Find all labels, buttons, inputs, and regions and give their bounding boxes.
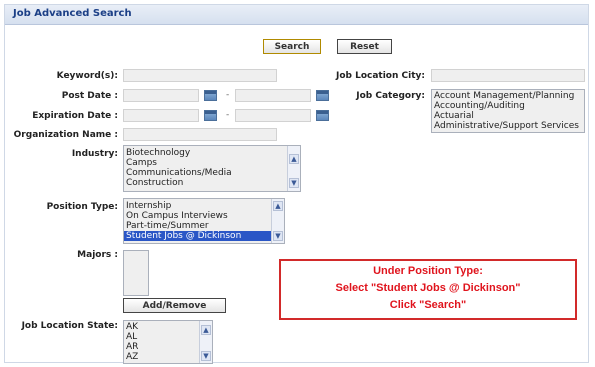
organization-name-input[interactable]	[123, 128, 277, 141]
expiration-date-to-input[interactable]	[235, 109, 311, 122]
calendar-icon[interactable]	[204, 90, 217, 101]
panel-titlebar: Job Advanced Search	[5, 5, 588, 25]
callout-line-1: Under Position Type:	[373, 265, 483, 277]
add-remove-button[interactable]: Add/Remove	[123, 298, 226, 313]
job-location-city-input[interactable]	[431, 69, 585, 82]
list-item[interactable]: Administrative/Support Services	[432, 121, 584, 131]
scrollbar[interactable]: ▲ ▼	[271, 199, 284, 243]
list-item[interactable]: Actuarial	[432, 111, 584, 121]
list-item[interactable]: Construction	[124, 178, 300, 188]
date-separator: -	[226, 90, 230, 100]
industry-label: Industry:	[71, 149, 118, 159]
date-separator: -	[226, 110, 230, 120]
instruction-callout: Under Position Type: Select "Student Job…	[279, 259, 577, 320]
keywords-input[interactable]	[123, 69, 277, 82]
chevron-up-icon[interactable]: ▲	[201, 325, 211, 335]
chevron-up-icon[interactable]: ▲	[273, 201, 283, 211]
calendar-icon[interactable]	[316, 90, 329, 101]
position-type-label: Position Type:	[46, 202, 118, 212]
search-button[interactable]: Search	[263, 39, 321, 54]
list-item[interactable]: On Campus Interviews	[124, 211, 284, 221]
panel-title: Job Advanced Search	[13, 8, 132, 19]
chevron-down-icon[interactable]: ▼	[201, 351, 211, 361]
list-item[interactable]: Internship	[124, 201, 284, 211]
job-location-state-label: Job Location State:	[21, 321, 118, 331]
post-date-label: Post Date :	[61, 91, 118, 101]
post-date-to-input[interactable]	[235, 89, 311, 102]
chevron-up-icon[interactable]: ▲	[289, 154, 299, 164]
calendar-icon[interactable]	[316, 110, 329, 121]
callout-line-2: Select "Student Jobs @ Dickinson"	[335, 282, 521, 294]
majors-label: Majors :	[77, 250, 118, 260]
list-item[interactable]: Communications/Media	[124, 168, 300, 178]
expiration-date-from-input[interactable]	[123, 109, 199, 122]
list-item[interactable]: Camps	[124, 158, 300, 168]
list-item[interactable]: Accounting/Auditing	[432, 101, 584, 111]
job-category-label: Job Category:	[356, 91, 425, 101]
job-category-listbox[interactable]: Account Management/Planning Accounting/A…	[431, 89, 585, 133]
chevron-down-icon[interactable]: ▼	[273, 231, 283, 241]
keywords-label: Keyword(s):	[56, 71, 118, 81]
industry-listbox[interactable]: Biotechnology Camps Communications/Media…	[123, 145, 301, 192]
expiration-date-label: Expiration Date :	[32, 111, 118, 121]
majors-listbox[interactable]	[123, 250, 149, 296]
list-item[interactable]: Part-time/Summer	[124, 221, 284, 231]
reset-button[interactable]: Reset	[337, 39, 392, 54]
calendar-icon[interactable]	[204, 110, 217, 121]
position-type-listbox[interactable]: Internship On Campus Interviews Part-tim…	[123, 198, 285, 244]
list-item[interactable]: Account Management/Planning	[432, 91, 584, 101]
organization-name-label: Organization Name :	[13, 130, 118, 140]
post-date-from-input[interactable]	[123, 89, 199, 102]
list-item-selected[interactable]: Student Jobs @ Dickinson	[124, 231, 284, 241]
job-location-city-label: Job Location City:	[335, 71, 425, 81]
list-item[interactable]: Biotechnology	[124, 148, 300, 158]
scrollbar[interactable]: ▲ ▼	[199, 321, 212, 363]
job-location-state-listbox[interactable]: AK AL AR AZ ▲ ▼	[123, 320, 213, 364]
callout-line-3: Click "Search"	[389, 299, 467, 311]
scrollbar[interactable]: ▲ ▼	[287, 146, 300, 191]
chevron-down-icon[interactable]: ▼	[289, 178, 299, 188]
